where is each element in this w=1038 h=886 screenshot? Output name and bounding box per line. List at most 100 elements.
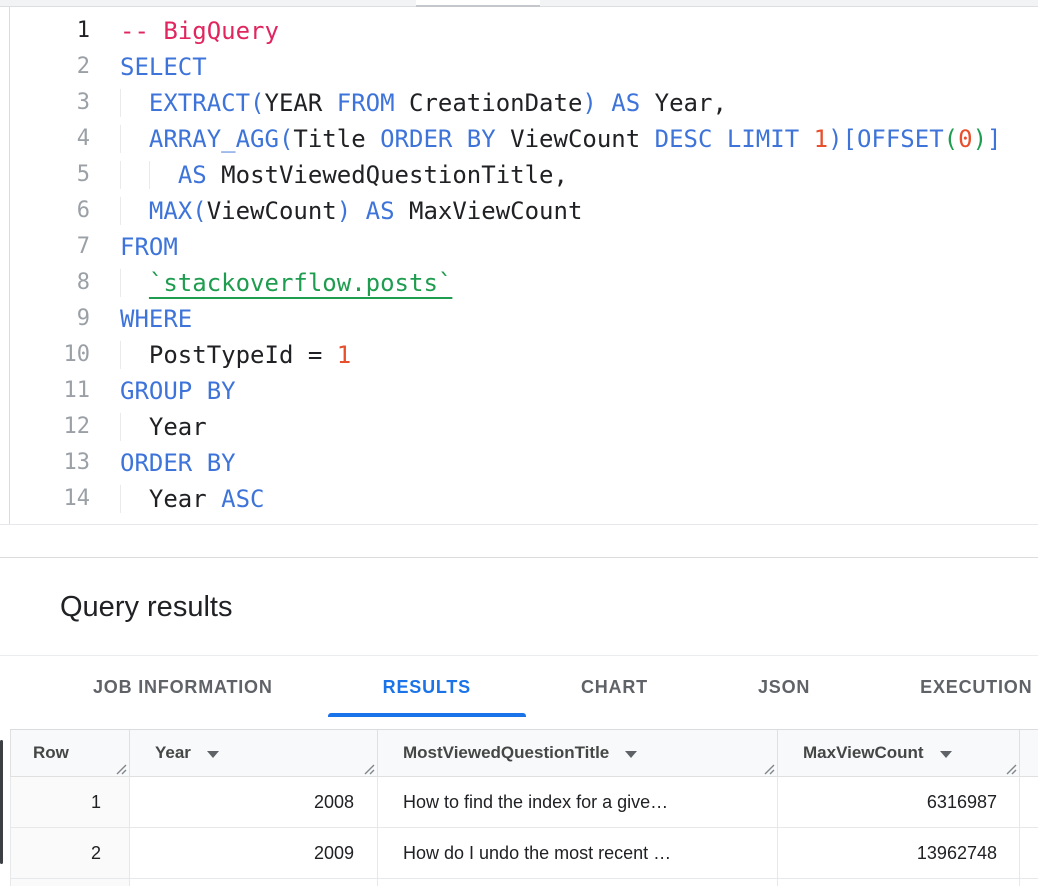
sort-menu-icon[interactable] xyxy=(940,751,952,758)
row-number-cell: 1 xyxy=(10,777,130,827)
code-token xyxy=(799,125,813,153)
indent-guide xyxy=(120,125,149,153)
table-row-partial xyxy=(10,879,1038,886)
results-vertical-scrollbar[interactable] xyxy=(0,740,3,864)
code-token: AS xyxy=(366,197,395,225)
row-number-cell: 2 xyxy=(10,828,130,878)
code-line[interactable]: 13ORDER BY xyxy=(0,445,1038,481)
code-text: Year xyxy=(90,409,207,445)
code-text: `stackoverflow.posts` xyxy=(90,265,452,301)
code-text: FROM xyxy=(90,229,178,265)
table-row: 22009How do I undo the most recent …1396… xyxy=(10,828,1038,879)
line-number: 12 xyxy=(0,409,90,445)
indent-guide xyxy=(120,269,149,297)
horizontal-scrollbar-thumb[interactable] xyxy=(416,0,540,7)
code-text: PostTypeId = 1 xyxy=(90,337,351,373)
column-header-label: Row xyxy=(33,743,69,763)
column-resize-handle[interactable] xyxy=(1003,760,1017,774)
column-header-row[interactable]: Row xyxy=(10,730,130,776)
column-header-mostviewedquestiontitle[interactable]: MostViewedQuestionTitle xyxy=(378,730,778,776)
code-text: ORDER BY xyxy=(90,445,236,481)
tab-label: RESULTS xyxy=(383,677,471,698)
code-token: ) xyxy=(337,197,351,225)
column-header-partial xyxy=(1020,730,1038,776)
sort-menu-icon[interactable] xyxy=(625,751,637,758)
code-text: AS MostViewedQuestionTitle, xyxy=(90,157,568,193)
line-number: 8 xyxy=(0,265,90,301)
code-token: ) xyxy=(582,89,596,117)
tab-label: JSON xyxy=(758,677,810,698)
code-text: ARRAY_AGG(Title ORDER BY ViewCount DESC … xyxy=(90,121,1001,157)
tab-label: EXECUTION DETAILS xyxy=(920,677,1038,698)
query-results-header: Query results xyxy=(0,559,1038,656)
code-line[interactable]: 7FROM xyxy=(0,229,1038,265)
table-cell: 2009 xyxy=(130,828,378,878)
tab-execution-details[interactable]: EXECUTION DETAILS xyxy=(865,657,1038,717)
code-line[interactable]: 1-- BigQuery xyxy=(0,13,1038,49)
code-token: ViewCount xyxy=(496,125,655,153)
column-resize-handle[interactable] xyxy=(761,760,775,774)
indent-guide xyxy=(120,161,149,189)
column-resize-handle[interactable] xyxy=(113,760,127,774)
column-header-label: MostViewedQuestionTitle xyxy=(403,743,609,763)
code-line[interactable]: 2 SELECT xyxy=(0,49,1038,85)
code-token: ORDER BY xyxy=(120,449,236,477)
table-cell xyxy=(378,879,778,886)
code-token xyxy=(351,197,365,225)
code-line[interactable]: 4 ARRAY_AGG(Title ORDER BY ViewCount DES… xyxy=(0,121,1038,157)
indent-guide xyxy=(120,485,149,513)
code-line[interactable]: 3 EXTRACT(YEAR FROM CreationDate) AS Yea… xyxy=(0,85,1038,121)
sql-editor[interactable]: 1-- BigQuery2SELECT3 EXTRACT(YEAR FROM C… xyxy=(0,0,1038,525)
editor-left-border xyxy=(9,7,10,524)
code-token xyxy=(597,89,611,117)
code-text: Year ASC xyxy=(90,481,265,517)
column-resize-handle[interactable] xyxy=(361,760,375,774)
code-token: MaxViewCount xyxy=(395,197,583,225)
code-text: WHERE xyxy=(90,301,192,337)
line-number: 3 xyxy=(0,85,90,121)
code-token: ( xyxy=(944,125,958,153)
code-line[interactable]: 12 Year xyxy=(0,409,1038,445)
tab-job-information[interactable]: JOB INFORMATION xyxy=(38,657,328,717)
tab-json[interactable]: JSON xyxy=(703,657,865,717)
code-line[interactable]: 6 MAX(ViewCount) AS MaxViewCount xyxy=(0,193,1038,229)
line-number: 5 xyxy=(0,157,90,193)
tab-chart[interactable]: CHART xyxy=(526,657,703,717)
table-cell: 2008 xyxy=(130,777,378,827)
code-text: GROUP BY xyxy=(90,373,236,409)
tab-results[interactable]: RESULTS xyxy=(328,657,526,717)
code-token: -- BigQuery xyxy=(120,17,279,45)
code-token: 1 xyxy=(814,125,828,153)
code-token: ASC xyxy=(221,485,264,513)
column-header-year[interactable]: Year xyxy=(130,730,378,776)
table-cell xyxy=(10,879,130,886)
table-reference-link[interactable]: `stackoverflow.posts` xyxy=(149,269,452,297)
sort-menu-icon[interactable] xyxy=(207,751,219,758)
code-token: AS xyxy=(611,89,640,117)
indent-guide xyxy=(120,197,149,225)
code-token: PostTypeId = xyxy=(149,341,337,369)
code-line[interactable]: 10 PostTypeId = 1 xyxy=(0,337,1038,373)
indent-guide xyxy=(120,413,149,441)
code-token: YEAR xyxy=(265,89,337,117)
code-token: SELECT xyxy=(120,53,207,81)
column-header-label: Year xyxy=(155,743,191,763)
code-line[interactable]: 8 `stackoverflow.posts` xyxy=(0,265,1038,301)
results-tabs: JOB INFORMATION RESULTS CHART JSON EXECUTION… xyxy=(0,657,1038,729)
tab-label: CHART xyxy=(581,677,648,698)
code-line[interactable]: 5 AS MostViewedQuestionTitle, xyxy=(0,157,1038,193)
editor-results-divider xyxy=(0,526,1038,558)
code-token: AS xyxy=(178,161,207,189)
results-table: Row Year MostViewedQuestionTitle MaxViewCou… xyxy=(10,729,1038,886)
code-token: FROM xyxy=(120,233,178,261)
line-number: 2 xyxy=(0,49,90,85)
code-token: ViewCount xyxy=(207,197,337,225)
page-title: Query results xyxy=(60,591,232,624)
code-token: Year, xyxy=(640,89,727,117)
code-line[interactable]: 11GROUP BY xyxy=(0,373,1038,409)
code-line[interactable]: 9WHERE xyxy=(0,301,1038,337)
code-line[interactable]: 14 Year ASC xyxy=(0,481,1038,517)
column-header-maxviewcount[interactable]: MaxViewCount xyxy=(778,730,1020,776)
code-token: EXTRACT( xyxy=(149,89,265,117)
code-token: Year xyxy=(149,485,221,513)
